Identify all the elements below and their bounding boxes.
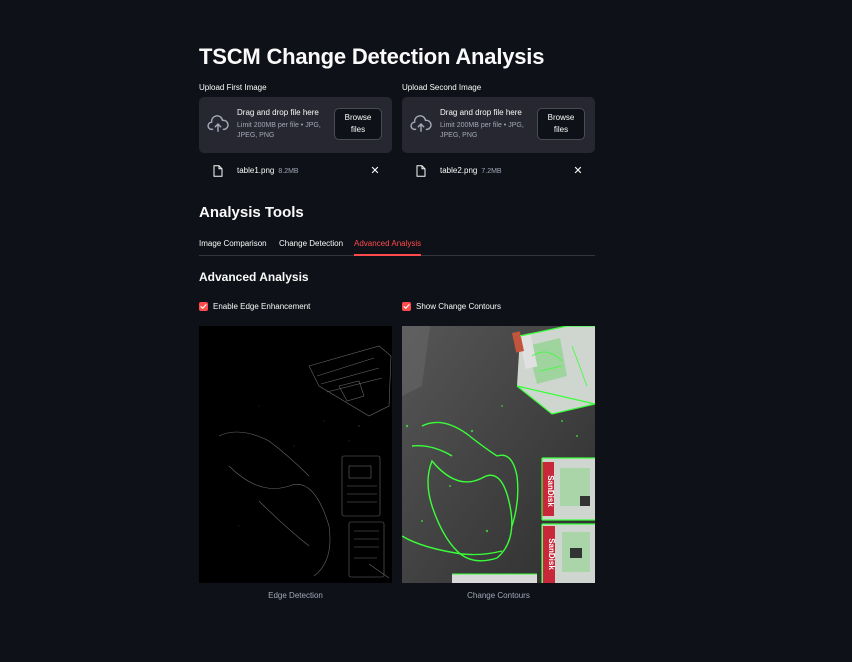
edge-enhancement-checkbox[interactable]: Enable Edge Enhancement	[199, 300, 310, 312]
edge-detection-image	[199, 326, 392, 583]
close-icon[interactable]: ✕	[368, 164, 382, 177]
file-name: table2.png	[440, 166, 478, 175]
change-contours-checkbox[interactable]: Show Change Contours	[402, 300, 501, 312]
checkbox-checked[interactable]	[402, 301, 411, 311]
edge-detection-caption: Edge Detection	[268, 591, 323, 600]
upload-label: Upload Second Image	[402, 83, 482, 92]
change-contours-caption: Change Contours	[467, 591, 530, 600]
section-title: Analysis Tools	[199, 204, 304, 221]
tab-advanced-analysis[interactable]: Advanced Analysis	[354, 239, 422, 256]
file-icon	[213, 165, 223, 177]
upload-second-image: Upload Second Image Drag and drop file h…	[402, 82, 595, 181]
analysis-tabs: Image Comparison Change Detection Advanc…	[199, 236, 595, 256]
upload-first-image: Upload First Image Drag and drop file he…	[199, 82, 392, 181]
file-name-wrap: table2.png 7.2MB	[440, 166, 502, 175]
cloud-upload-icon	[207, 115, 229, 132]
browse-files-button[interactable]: Browse files	[334, 108, 382, 140]
browse-files-button[interactable]: Browse files	[537, 108, 585, 140]
sandisk-label: SanDisk	[546, 475, 555, 507]
checkbox-checked[interactable]	[199, 301, 208, 311]
tab-change-detection[interactable]: Change Detection	[279, 239, 343, 255]
file-size: 7.2MB	[481, 168, 502, 175]
file-icon	[416, 165, 426, 177]
dropzone-instructions: Drag and drop file here	[237, 108, 319, 117]
checkmark-icon	[200, 303, 207, 309]
dropzone[interactable]: Drag and drop file here Limit 200MB per …	[199, 97, 392, 153]
dropzone-instructions: Drag and drop file here	[440, 108, 522, 117]
checkbox-label: Enable Edge Enhancement	[213, 301, 311, 311]
uploaded-file: table2.png 7.2MB ✕	[402, 161, 595, 181]
sandisk-label: SanDisk	[547, 538, 556, 570]
dropzone-limit: Limit 200MB per file • JPG, JPEG, PNG	[440, 122, 524, 139]
file-name-wrap: table1.png 8.2MB	[237, 166, 299, 175]
dropzone[interactable]: Drag and drop file here Limit 200MB per …	[402, 97, 595, 153]
file-name: table1.png	[237, 166, 275, 175]
checkmark-icon	[403, 303, 410, 309]
change-contours-image: SanDisk SanDisk	[402, 326, 595, 583]
upload-label: Upload First Image	[199, 83, 267, 92]
subsection-title: Advanced Analysis	[199, 270, 309, 284]
close-icon[interactable]: ✕	[571, 164, 585, 177]
tab-image-comparison[interactable]: Image Comparison	[199, 239, 267, 255]
cloud-upload-icon	[410, 115, 432, 132]
file-size: 8.2MB	[278, 168, 299, 175]
dropzone-limit: Limit 200MB per file • JPG, JPEG, PNG	[237, 122, 321, 139]
checkbox-label: Show Change Contours	[416, 301, 501, 311]
page-title: TSCM Change Detection Analysis	[199, 44, 545, 69]
uploaded-file: table1.png 8.2MB ✕	[199, 161, 392, 181]
